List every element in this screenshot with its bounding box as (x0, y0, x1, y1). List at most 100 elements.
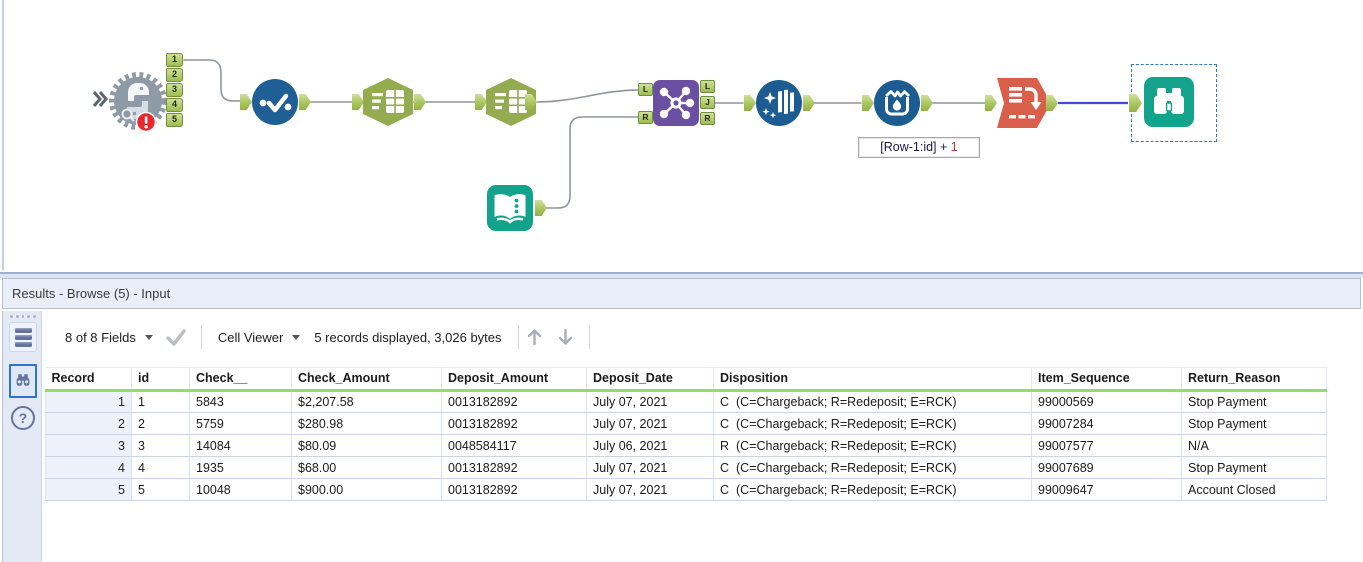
record-number-cell[interactable]: 1 (45, 390, 132, 413)
workflow-canvas[interactable]: 1 2 3 4 5 L R L J R [Row-1:id] + 1 (0, 0, 1363, 272)
data-cell[interactable]: Account Closed (1181, 478, 1327, 501)
table-row: 3 3 14084 $80.09 0048584117 July 06, 2021 R (C… (45, 434, 1327, 457)
python-output-anchor-3[interactable]: 3 (166, 83, 183, 97)
python-output-anchor-5[interactable]: 5 (166, 113, 183, 127)
data-cell[interactable]: Stop Payment (1181, 456, 1327, 479)
column-header[interactable]: Return_Reason (1181, 367, 1327, 392)
join-tool[interactable] (653, 80, 699, 126)
python-output-anchor-4[interactable]: 4 (166, 98, 183, 112)
data-cell[interactable]: $280.98 (291, 412, 442, 435)
select-tool[interactable] (252, 79, 298, 125)
rows-icon (14, 327, 32, 333)
scroll-down-arrow-icon[interactable] (557, 328, 574, 346)
data-cell[interactable]: 0013182892 (441, 390, 587, 413)
data-cell[interactable]: $80.09 (291, 434, 442, 457)
data-cell[interactable]: 0013182892 (441, 412, 587, 435)
toolbar-separator (588, 325, 590, 349)
data-cell[interactable]: 4 (131, 456, 190, 479)
python-tool[interactable] (107, 70, 169, 133)
connection-python-select[interactable] (183, 59, 245, 102)
data-cell[interactable]: C (C=Chargeback; R=Redeposit; E=RCK) (713, 412, 1032, 435)
data-cell[interactable]: July 07, 2021 (586, 390, 714, 413)
multirow-formula-annotation[interactable]: [Row-1:id] + 1 (858, 137, 980, 158)
double-chevron-icon (92, 91, 108, 107)
metadata-view-button[interactable] (9, 322, 37, 352)
data-cell[interactable]: July 07, 2021 (586, 478, 714, 501)
data-cell[interactable]: 5 (131, 478, 190, 501)
data-cell[interactable]: C (C=Chargeback; R=Redeposit; E=RCK) (713, 456, 1032, 479)
column-header[interactable]: Check_Amount (291, 367, 442, 392)
apply-check-icon[interactable] (165, 328, 187, 346)
data-cell[interactable]: 3 (131, 434, 190, 457)
data-cell[interactable]: 99009647 (1031, 478, 1182, 501)
panel-grip-handle[interactable] (10, 315, 36, 319)
join-input-anchor-right[interactable]: R (638, 111, 653, 124)
data-cell[interactable]: 2 (131, 412, 190, 435)
join-network-icon (659, 86, 695, 120)
record-number-cell[interactable]: 4 (45, 456, 132, 479)
data-cell[interactable]: 99000569 (1031, 390, 1182, 413)
data-cell[interactable]: 1 (131, 390, 190, 413)
column-header[interactable]: Deposit_Amount (441, 367, 587, 392)
data-cell[interactable]: 0013182892 (441, 478, 587, 501)
column-header[interactable]: Record (45, 367, 132, 392)
python-output-anchor-2[interactable]: 2 (166, 68, 183, 82)
data-cell[interactable]: 14084 (189, 434, 292, 457)
results-panel-title: Results - Browse (5) - Input (12, 286, 171, 301)
data-cell[interactable]: $2,207.58 (291, 390, 442, 413)
help-button[interactable] (9, 403, 37, 433)
data-cell[interactable]: July 06, 2021 (586, 434, 714, 457)
join-output-anchor-join[interactable]: J (700, 96, 715, 109)
record-number-cell[interactable]: 3 (45, 434, 132, 457)
browse-view-button-selected[interactable] (9, 364, 37, 398)
column-header[interactable]: Item_Sequence (1031, 367, 1182, 392)
connection-texttocolumns2-join[interactable] (536, 89, 639, 103)
records-info: 5 records displayed, 3,026 bytes (314, 329, 502, 345)
data-cleansing-tool[interactable] (756, 80, 802, 126)
data-cleansing-icon (762, 89, 794, 119)
results-panel-header[interactable]: Results - Browse (5) - Input (2, 278, 1361, 309)
data-cell[interactable]: 10048 (189, 478, 292, 501)
cell-viewer-label: Cell Viewer (217, 329, 284, 345)
data-cell[interactable]: July 07, 2021 (586, 412, 714, 435)
scroll-up-arrow-icon[interactable] (526, 328, 543, 346)
data-cell[interactable]: July 07, 2021 (586, 456, 714, 479)
data-cell[interactable]: 1935 (189, 456, 292, 479)
results-panel: Results - Browse (5) - Input ? 8 of 8 Fi… (0, 272, 1363, 562)
record-number-cell[interactable]: 2 (45, 412, 132, 435)
column-header[interactable]: Check__ (189, 367, 292, 392)
data-cell[interactable]: 99007577 (1031, 434, 1182, 457)
data-cell[interactable]: $68.00 (291, 456, 442, 479)
column-header[interactable]: Deposit_Date (586, 367, 714, 392)
data-cell[interactable]: 99007689 (1031, 456, 1182, 479)
data-cell[interactable]: 99007284 (1031, 412, 1182, 435)
data-cell[interactable]: $900.00 (291, 478, 442, 501)
column-header[interactable]: Disposition (713, 367, 1032, 392)
multi-row-formula-tool[interactable] (874, 80, 920, 126)
data-cell[interactable]: 0013182892 (441, 456, 587, 479)
join-output-anchor-right[interactable]: R (700, 112, 715, 125)
record-number-cell[interactable]: 5 (45, 478, 132, 501)
data-cell[interactable]: C (C=Chargeback; R=Redeposit; E=RCK) (713, 390, 1032, 413)
browse-tool[interactable] (1144, 77, 1194, 127)
data-cell[interactable]: 5759 (189, 412, 292, 435)
text-input-tool[interactable] (487, 185, 533, 231)
python-tool-input-anchor[interactable] (92, 88, 108, 115)
results-table: Record id Check__ Check_Amount Deposit_Amoun… (45, 367, 1327, 501)
data-cell[interactable]: N/A (1181, 434, 1327, 457)
python-output-anchor-1[interactable]: 1 (166, 53, 183, 67)
join-output-anchor-left[interactable]: L (700, 80, 715, 93)
chevron-down-icon (144, 334, 153, 340)
data-cell[interactable]: 0048584117 (441, 434, 587, 457)
data-cell[interactable]: C (C=Chargeback; R=Redeposit; E=RCK) (713, 478, 1032, 501)
data-cell[interactable]: Stop Payment (1181, 412, 1327, 435)
column-header[interactable]: id (131, 367, 190, 392)
fields-dropdown[interactable]: 8 of 8 Fields (65, 330, 153, 345)
connection-textinput-join[interactable] (546, 116, 639, 209)
join-input-anchor-left[interactable]: L (638, 83, 653, 96)
cell-viewer-dropdown[interactable]: Cell Viewer (218, 330, 301, 345)
data-cell[interactable]: Stop Payment (1181, 390, 1327, 413)
annotation-expression: [Row-1:id] + (880, 140, 951, 154)
data-cell[interactable]: R (C=Chargeback; R=Redeposit; E=RCK) (713, 434, 1032, 457)
data-cell[interactable]: 5843 (189, 390, 292, 413)
